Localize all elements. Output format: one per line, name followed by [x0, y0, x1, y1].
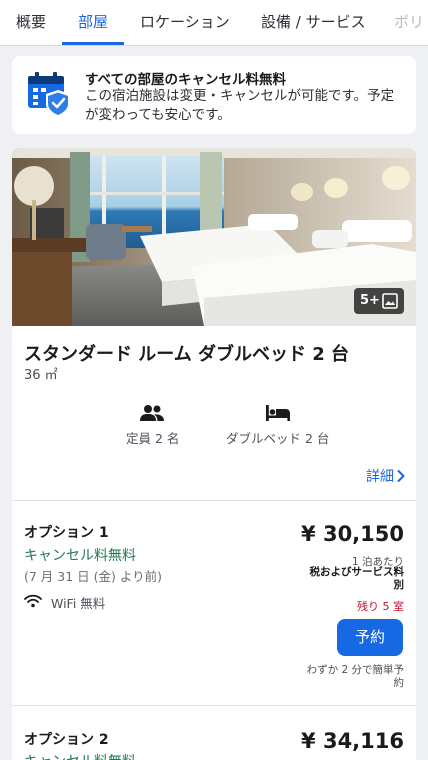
- option-1-quick-booking-note: わずか 2 分で簡単予約: [306, 664, 404, 689]
- photo-gallery-button[interactable]: 5+: [354, 288, 404, 314]
- wifi-label: WiFi 無料: [51, 596, 106, 611]
- tab-overview[interactable]: 概要: [16, 0, 46, 45]
- option-1-price: ¥ 30,150: [301, 522, 404, 546]
- tab-bar: 概要 部屋 ロケーション 設備 / サービス ポリ: [0, 0, 428, 46]
- option-1-cancel-deadline: (7 月 31 日 (金) より前): [24, 569, 162, 584]
- room-card: 5+ スタンダード ルーム ダブルベッド 2 台 36 ㎡ 定員 2 名 ダブル…: [12, 148, 416, 760]
- people-icon: [140, 405, 164, 421]
- photo-count: 5+: [360, 293, 380, 308]
- feature-occupancy-label: 定員 2 名: [126, 431, 180, 446]
- option-1-reserve-button[interactable]: 予約: [337, 619, 403, 656]
- tab-policies[interactable]: ポリ: [394, 0, 424, 45]
- divider: [12, 500, 416, 501]
- bed-icon: [266, 405, 290, 421]
- active-tab-indicator: [62, 42, 124, 45]
- banner-title: すべての部屋のキャンセル料無料: [85, 72, 287, 88]
- feature-beds-label: ダブルベッド 2 台: [226, 431, 330, 446]
- option-1-tax-note: 税およびサービス料別: [309, 566, 405, 591]
- free-cancellation-banner: すべての部屋のキャンセル料無料 この宿泊施設は変更・キャンセルが可能です。予定が…: [12, 56, 416, 134]
- details-link[interactable]: 詳細: [366, 466, 394, 486]
- option-2-title: オプション 2: [24, 732, 109, 748]
- option-1-rooms-left: 残り 5 室: [357, 600, 404, 613]
- divider: [12, 705, 416, 706]
- tab-rooms[interactable]: 部屋: [78, 0, 108, 45]
- gallery-icon: [382, 293, 398, 309]
- room-title: スタンダード ルーム ダブルベッド 2 台: [24, 344, 350, 365]
- chevron-right-icon[interactable]: [396, 469, 406, 483]
- option-1-title: オプション 1: [24, 525, 109, 541]
- option-1-free-cancellation: キャンセル料無料: [24, 548, 136, 564]
- option-2-price: ¥ 34,116: [301, 729, 404, 753]
- room-size: 36 ㎡: [24, 368, 58, 383]
- option-2-free-cancellation: キャンセル料無料: [24, 751, 136, 760]
- tab-location[interactable]: ロケーション: [140, 0, 230, 45]
- wifi-icon: [24, 594, 42, 608]
- calendar-shield-icon: [28, 72, 70, 117]
- banner-text: この宿泊施設は変更・キャンセルが可能です。予定が変わっても安心です。: [85, 88, 395, 123]
- tab-amenities[interactable]: 設備 / サービス: [261, 0, 366, 45]
- room-photo[interactable]: 5+: [12, 148, 416, 326]
